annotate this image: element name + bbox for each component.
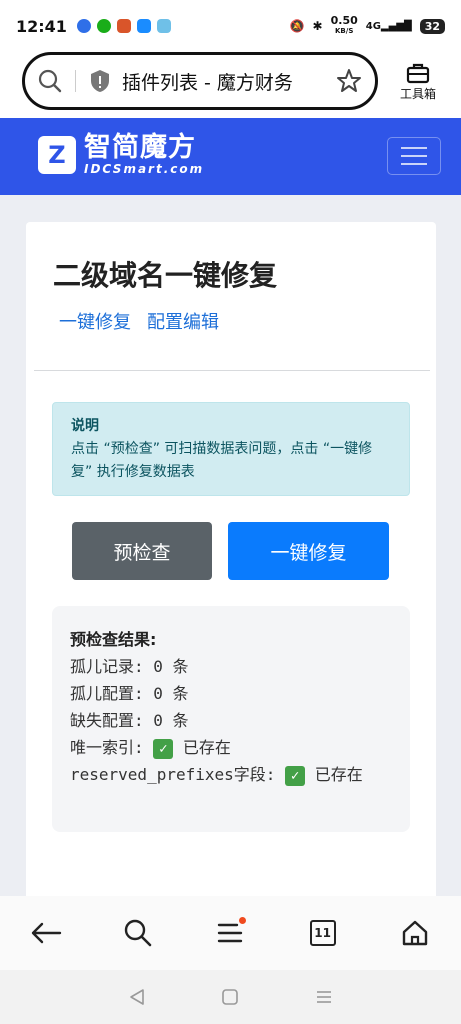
- precheck-button[interactable]: 预检查: [72, 522, 212, 580]
- shield-icon[interactable]: [88, 68, 112, 94]
- divider: [34, 370, 430, 371]
- status-bar: 12:41 🔕 ✱ 0.50 KB/S 4G▂▄▆█ 32: [0, 0, 461, 52]
- toolbox-label: 工具箱: [399, 86, 436, 101]
- system-nav-bar: [0, 970, 461, 1024]
- search-button[interactable]: [116, 911, 160, 955]
- precheck-results: 预检查结果: 孤儿记录: 0 条 孤儿配置: 0 条 缺失配置: 0 条 唯一索…: [52, 606, 410, 832]
- app-notification-icon: [76, 19, 91, 33]
- alert-text: 点击 “预检查” 可扫描数据表问题，点击 “一键修复” 执行修复数据表: [71, 441, 373, 480]
- address-bar[interactable]: 插件列表 - 魔方财务: [22, 52, 378, 110]
- signal-icon: 4G▂▄▆█: [365, 20, 412, 32]
- result-reserved-prefixes: reserved_prefixes字段: ✓ 已存在: [70, 761, 392, 788]
- reserved-prefixes-status: 已存在: [314, 765, 363, 784]
- page-title: 二级域名一键修复: [53, 259, 278, 292]
- result-orphan-records: 孤儿记录: 0 条: [70, 657, 189, 676]
- mute-icon: 🔕: [289, 19, 305, 33]
- info-alert: 说明 点击 “预检查” 可扫描数据表问题，点击 “一键修复” 执行修复数据表: [52, 402, 410, 496]
- menu-toggle-button[interactable]: [387, 137, 441, 175]
- system-back-icon[interactable]: [128, 988, 146, 1006]
- game-notification-icon: [116, 19, 131, 33]
- tabs-button[interactable]: 11: [301, 911, 345, 955]
- bilibili-notification-icon: [136, 19, 151, 33]
- browser-toolbar: 插件列表 - 魔方财务 工具箱: [0, 52, 461, 118]
- star-bookmark-icon[interactable]: [335, 67, 363, 95]
- bluetooth-icon: ✱: [312, 19, 323, 33]
- check-mark-icon: ✓: [285, 765, 306, 786]
- toolbox-icon: [406, 63, 430, 83]
- site-logo[interactable]: Z 智简魔方 IDCSmart.com: [38, 134, 204, 176]
- alert-title: 说明: [71, 418, 99, 434]
- back-button[interactable]: [24, 911, 68, 955]
- site-header: Z 智简魔方 IDCSmart.com: [0, 118, 461, 195]
- menu-icon-bar: [401, 147, 427, 149]
- toolbox-button[interactable]: 工具箱: [392, 56, 444, 106]
- result-unique-index: 唯一索引: ✓ 已存在: [70, 734, 392, 761]
- notification-dot: [239, 917, 247, 924]
- menu-icon-bar: [401, 155, 427, 157]
- battery-icon: 32: [419, 18, 445, 34]
- gallery-notification-icon: [156, 19, 171, 33]
- menu-button[interactable]: [208, 911, 252, 955]
- results-title: 预检查结果:: [70, 630, 157, 649]
- unique-index-label: 唯一索引:: [70, 738, 144, 757]
- home-button[interactable]: [393, 911, 437, 955]
- check-mark-icon: ✓: [153, 738, 174, 759]
- menu-icon-bar: [401, 163, 427, 165]
- logo-mark-icon: Z: [38, 136, 76, 174]
- address-divider: [75, 70, 76, 92]
- search-icon: [38, 69, 62, 93]
- page-title-url: 插件列表 - 魔方财务: [122, 71, 293, 94]
- wechat-notification-icon: [96, 19, 111, 33]
- tab-count-icon: 11: [309, 920, 336, 946]
- home-icon: [402, 920, 428, 946]
- result-missing-configs: 缺失配置: 0 条: [70, 711, 189, 730]
- plugin-card: 二级域名一键修复 一键修复 配置编辑 说明 点击 “预检查” 可扫描数据表问题，…: [26, 222, 436, 922]
- reserved-prefixes-label: reserved_prefixes字段:: [70, 765, 276, 784]
- back-arrow-icon: [31, 922, 62, 944]
- system-indicators: 🔕 ✱ 0.50 KB/S 4G▂▄▆█ 32: [289, 14, 445, 36]
- result-orphan-configs: 孤儿配置: 0 条: [70, 684, 189, 703]
- clock: 12:41: [16, 16, 67, 36]
- one-click-fix-button[interactable]: 一键修复: [228, 522, 389, 580]
- link-config-edit[interactable]: 配置编辑: [147, 308, 219, 334]
- notification-icons: [76, 19, 171, 33]
- logo-chinese-text: 智简魔方: [84, 132, 196, 163]
- system-home-icon[interactable]: [221, 988, 239, 1006]
- card-nav-links: 一键修复 配置编辑: [59, 308, 219, 334]
- system-recents-icon[interactable]: [315, 988, 333, 1006]
- unique-index-status: 已存在: [182, 738, 231, 757]
- search-icon: [125, 919, 152, 947]
- net-speed: 0.50 KB/S: [330, 14, 358, 35]
- menu-icon: [218, 923, 243, 943]
- browser-bottom-nav: 11: [0, 896, 461, 970]
- link-one-click-fix[interactable]: 一键修复: [59, 308, 131, 334]
- logo-english-text: IDCSmart.com: [84, 162, 205, 176]
